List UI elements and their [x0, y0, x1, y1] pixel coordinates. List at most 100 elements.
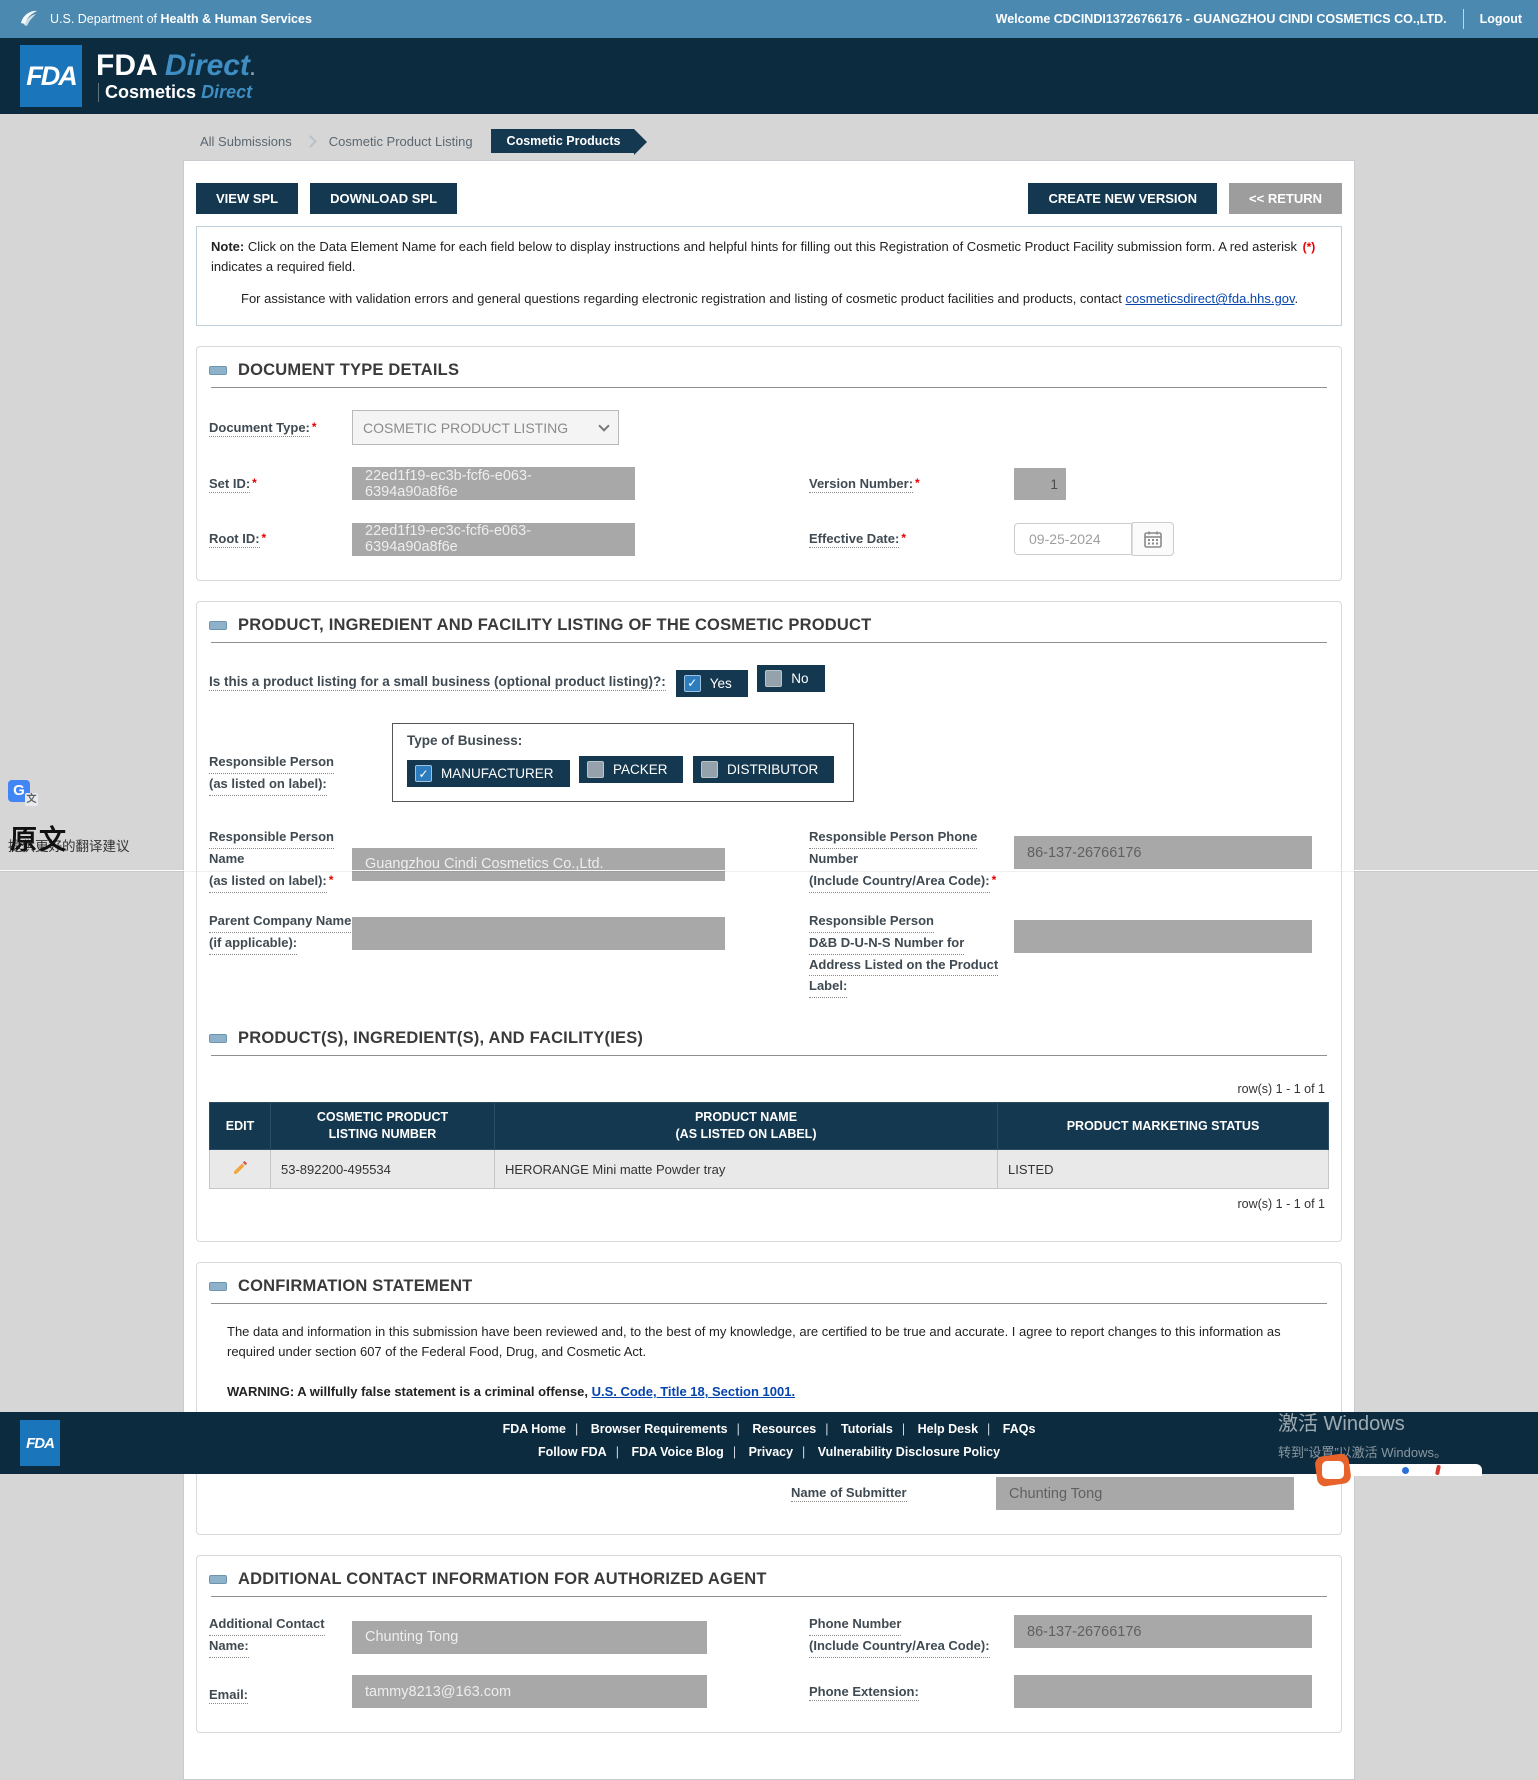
section-title: DOCUMENT TYPE DETAILS	[238, 361, 459, 380]
footer-link-tutorials[interactable]: Tutorials	[841, 1422, 893, 1436]
effective-date-calendar-button[interactable]	[1132, 522, 1174, 556]
small-business-yes-checkbox[interactable]: ✓Yes	[676, 670, 748, 697]
effective-date-label[interactable]: Effective Date:*	[809, 530, 1014, 549]
windows-activation-watermark: 激活 Windows 转到“设置”以激活 Windows。	[1278, 1407, 1447, 1461]
phone-extension-field	[1014, 1675, 1312, 1708]
cosmeticsdirect-email-link[interactable]: cosmeticsdirect@fda.hhs.gov	[1125, 291, 1294, 306]
translate-overlay-line	[0, 870, 1538, 871]
fda-logo: FDA	[20, 45, 82, 107]
note-text: Note: Click on the Data Element Name for…	[211, 237, 1327, 277]
small-business-no-checkbox[interactable]: No	[757, 665, 824, 692]
distributor-checkbox[interactable]: DISTRIBUTOR	[693, 756, 834, 783]
welcome-text: Welcome CDCINDI13726766176 - GUANGZHOU C…	[996, 12, 1447, 26]
products-table-header-row: EDIT COSMETIC PRODUCTLISTING NUMBER PROD…	[210, 1103, 1329, 1150]
responsible-person-label[interactable]: Responsible Person (as listed on label):	[209, 723, 352, 797]
app-header: FDA FDA Direct. Cosmetics Direct	[0, 38, 1538, 114]
breadcrumb-chevron-icon	[304, 135, 317, 148]
edit-cell	[210, 1150, 271, 1189]
section-document-type-details: DOCUMENT TYPE DETAILS Document Type:* CO…	[196, 346, 1342, 581]
checkbox-unchecked-icon	[765, 670, 782, 687]
type-of-business-label: Type of Business:	[407, 733, 839, 748]
products-table: EDIT COSMETIC PRODUCTLISTING NUMBER PROD…	[209, 1102, 1329, 1189]
note-box: Note: Click on the Data Element Name for…	[196, 226, 1342, 326]
effective-date-input[interactable]: 09-25-2024	[1014, 523, 1132, 555]
set-id-field: 22ed1f19-ec3b-fcf6-e063-6394a90a8f6e	[352, 467, 635, 500]
manufacturer-checkbox[interactable]: ✓MANUFACTURER	[407, 760, 570, 787]
phone-number-label[interactable]: Phone Number (Include Country/Area Code)…	[809, 1615, 1014, 1659]
marketing-status-column-header: PRODUCT MARKETING STATUS	[998, 1103, 1329, 1150]
return-button[interactable]: << RETURN	[1229, 183, 1342, 214]
footer-link-follow-fda[interactable]: Follow FDA	[538, 1445, 607, 1459]
collapse-icon[interactable]	[209, 1282, 227, 1291]
version-number-label[interactable]: Version Number:*	[809, 475, 1014, 494]
section-confirmation-statement: CONFIRMATION STATEMENT The data and info…	[196, 1262, 1342, 1535]
product-name-column-header: PRODUCT NAME(AS LISTED ON LABEL)	[495, 1103, 998, 1150]
version-number-field: 1	[1014, 468, 1066, 500]
responsible-person-duns-field	[1014, 920, 1312, 953]
breadcrumb-cosmetic-products-active[interactable]: Cosmetic Products	[491, 129, 635, 153]
warning-text: WARNING: A willfully false statement is …	[209, 1384, 1329, 1399]
section-additional-contact: ADDITIONAL CONTACT INFORMATION FOR AUTHO…	[196, 1555, 1342, 1733]
responsible-person-name-field: Guangzhou Cindi Cosmetics Co.,Ltd.	[352, 848, 725, 881]
footer-link-help-desk[interactable]: Help Desk	[918, 1422, 978, 1436]
breadcrumb: All Submissions Cosmetic Product Listing…	[190, 128, 1538, 154]
footer-link-browser-requirements[interactable]: Browser Requirements	[591, 1422, 728, 1436]
small-business-label[interactable]: Is this a product listing for a small bu…	[209, 674, 666, 689]
section-title: PRODUCT, INGREDIENT AND FACILITY LISTING…	[238, 616, 871, 635]
parent-company-name-field	[352, 917, 725, 950]
topbar-divider	[1463, 9, 1464, 29]
document-type-select[interactable]: COSMETIC PRODUCT LISTING	[352, 410, 619, 445]
subsection-title: PRODUCT(S), INGREDIENT(S), AND FACILITY(…	[238, 1029, 643, 1048]
translate-original-text: 原文	[10, 818, 68, 857]
checkbox-unchecked-icon	[587, 761, 604, 778]
root-id-label[interactable]: Root ID:*	[209, 530, 352, 549]
google-translate-icon[interactable]: G文	[8, 780, 30, 802]
root-id-field: 22ed1f19-ec3c-fcf6-e063-6394a90a8f6e	[352, 523, 635, 556]
collapse-icon[interactable]	[209, 621, 227, 630]
product-name-cell: HERORANGE Mini matte Powder tray	[495, 1150, 998, 1189]
footer-link-privacy[interactable]: Privacy	[749, 1445, 793, 1459]
listing-number-column-header: COSMETIC PRODUCTLISTING NUMBER	[271, 1103, 495, 1150]
breadcrumb-cosmetic-product-listing[interactable]: Cosmetic Product Listing	[319, 134, 483, 149]
section-title: ADDITIONAL CONTACT INFORMATION FOR AUTHO…	[238, 1570, 767, 1589]
download-spl-button[interactable]: DOWNLOAD SPL	[310, 183, 457, 214]
responsible-person-duns-label[interactable]: Responsible Person D&B D-U-N-S Number fo…	[809, 912, 1014, 999]
listing-number-cell: 53-892200-495534	[271, 1150, 495, 1189]
packer-checkbox[interactable]: PACKER	[579, 756, 684, 783]
footer-link-fda-home[interactable]: FDA Home	[503, 1422, 566, 1436]
set-id-label[interactable]: Set ID:*	[209, 475, 352, 494]
view-spl-button[interactable]: VIEW SPL	[196, 183, 298, 214]
responsible-person-name-label[interactable]: Responsible Person Name (as listed on la…	[209, 828, 352, 894]
edit-column-header: EDIT	[210, 1103, 271, 1150]
create-new-version-button[interactable]: CREATE NEW VERSION	[1028, 183, 1217, 214]
name-of-submitter-label[interactable]: Name of Submitter	[791, 1484, 996, 1503]
email-label[interactable]: Email:	[209, 1678, 352, 1705]
checkbox-unchecked-icon	[701, 761, 718, 778]
section-product-ingredient-facility: PRODUCT, INGREDIENT AND FACILITY LISTING…	[196, 601, 1342, 1242]
phone-extension-label[interactable]: Phone Extension:	[809, 1675, 1014, 1702]
footer-link-fda-voice-blog[interactable]: FDA Voice Blog	[631, 1445, 723, 1459]
phone-number-field: 86-137-26766176	[1014, 1615, 1312, 1648]
government-bar: U.S. Department of Health & Human Servic…	[0, 0, 1538, 38]
responsible-person-phone-label[interactable]: Responsible Person Phone Number (Include…	[809, 828, 1014, 894]
rows-count-top: row(s) 1 - 1 of 1	[213, 1082, 1325, 1096]
collapse-icon[interactable]	[209, 366, 227, 375]
footer-link-resources[interactable]: Resources	[752, 1422, 816, 1436]
footer-link-vulnerability-disclosure[interactable]: Vulnerability Disclosure Policy	[818, 1445, 1000, 1459]
app-wordmark: FDA Direct. Cosmetics Direct	[96, 50, 255, 102]
logout-button[interactable]: Logout	[1480, 12, 1522, 26]
responsible-person-phone-field: 86-137-26766176	[1014, 836, 1312, 869]
additional-contact-name-field: Chunting Tong	[352, 1621, 707, 1654]
parent-company-name-label[interactable]: Parent Company Name (if applicable):	[209, 912, 352, 956]
collapse-icon[interactable]	[209, 1034, 227, 1043]
section-title: CONFIRMATION STATEMENT	[238, 1277, 472, 1296]
us-code-link[interactable]: U.S. Code, Title 18, Section 1001.	[592, 1384, 796, 1399]
breadcrumb-all-submissions[interactable]: All Submissions	[190, 134, 302, 149]
document-type-label[interactable]: Document Type:*	[209, 419, 352, 438]
collapse-icon[interactable]	[209, 1575, 227, 1584]
footer-link-faqs[interactable]: FAQs	[1003, 1422, 1036, 1436]
hhs-eagle-icon	[16, 6, 40, 33]
rows-count-bottom: row(s) 1 - 1 of 1	[213, 1197, 1325, 1211]
edit-pencil-icon[interactable]	[232, 1159, 249, 1179]
additional-contact-name-label[interactable]: Additional Contact Name:	[209, 1615, 352, 1659]
